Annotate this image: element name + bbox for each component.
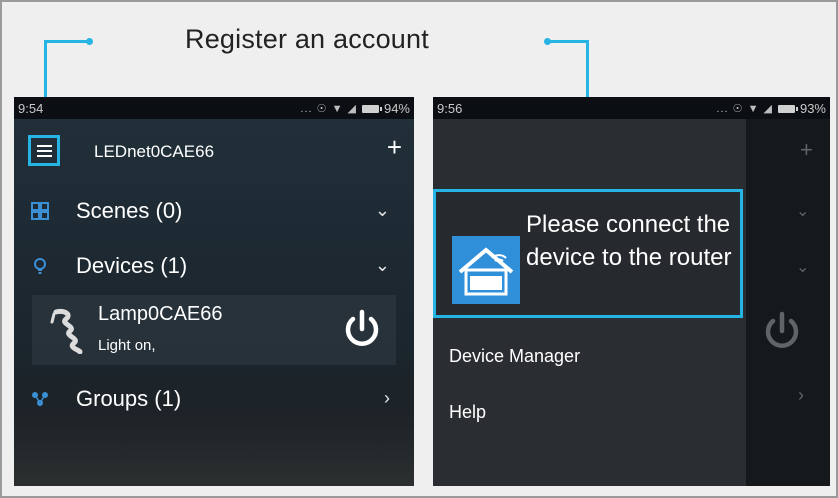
status-time: 9:56 (437, 101, 463, 116)
section-groups[interactable]: Groups (1) › (14, 380, 414, 420)
status-icons: ... ☉ ▼ ◢ (716, 103, 773, 115)
chevron-right-icon[interactable]: › (384, 388, 390, 409)
chevron-down-icon[interactable]: ⌄ (375, 200, 390, 221)
status-bar: 9:54 ... ☉ ▼ ◢ 94% (14, 97, 414, 119)
section-label: Scenes (0) (76, 198, 183, 223)
right-phone-screen: 9:56 ... ☉ ▼ ◢ 93% + ⌄ ⌄ › Please connec… (433, 97, 830, 486)
add-icon-dimmed: + (800, 137, 813, 162)
device-status: Light on, (98, 337, 156, 354)
battery-icon (361, 104, 382, 113)
chevron-down-icon[interactable]: ⌄ (375, 255, 390, 276)
chevron-right-icon-dimmed: › (798, 385, 804, 405)
add-icon[interactable]: + (387, 134, 402, 160)
lamp-icon (50, 308, 86, 359)
callout-dot-right (544, 38, 551, 45)
callout-line-left-h (44, 40, 90, 43)
section-label: Groups (1) (76, 386, 182, 411)
register-account-caption: Register an account (185, 24, 429, 54)
callout-line-right-h (548, 40, 589, 43)
battery-icon (777, 104, 798, 113)
navigation-drawer: Please connect the device to the router … (433, 119, 746, 486)
device-name: Lamp0CAE66 (98, 303, 223, 325)
grid-icon (31, 202, 49, 220)
status-time: 9:54 (18, 101, 44, 116)
battery-percent: 94% (383, 101, 410, 116)
network-title: LEDnet0CAE66 (94, 142, 215, 161)
bulb-icon (31, 257, 49, 275)
connect-message: Please connect the device to the router (526, 211, 732, 271)
menu-item-device-manager[interactable]: Device Manager (449, 346, 580, 367)
hamburger-menu-icon[interactable] (28, 135, 60, 166)
section-scenes[interactable]: Scenes (0) ⌄ (14, 192, 414, 232)
section-label: Devices (1) (76, 253, 188, 278)
magic-home-logo (452, 236, 520, 304)
power-icon[interactable] (340, 307, 384, 356)
section-devices[interactable]: Devices (1) ⌄ (14, 247, 414, 287)
status-bar: 9:56 ... ☉ ▼ ◢ 93% (433, 97, 830, 119)
connect-prompt-box[interactable]: Please connect the device to the router (433, 189, 743, 318)
battery-percent: 93% (799, 101, 826, 116)
chevron-down-icon-dimmed: ⌄ (796, 259, 810, 276)
menu-item-help[interactable]: Help (449, 402, 486, 423)
groups-icon (31, 390, 49, 408)
chevron-down-icon-dimmed: ⌄ (796, 203, 810, 220)
left-phone-screen: 9:54 ... ☉ ▼ ◢ 94% LEDnet0CAE66 + Scenes… (14, 97, 414, 486)
status-icons: ... ☉ ▼ ◢ (300, 103, 357, 115)
device-card[interactable]: Lamp0CAE66 Light on, (32, 295, 396, 365)
power-icon-dimmed (760, 309, 804, 358)
dimmed-background-strip[interactable]: + ⌄ ⌄ › (746, 119, 830, 486)
callout-dot-left (86, 38, 93, 45)
